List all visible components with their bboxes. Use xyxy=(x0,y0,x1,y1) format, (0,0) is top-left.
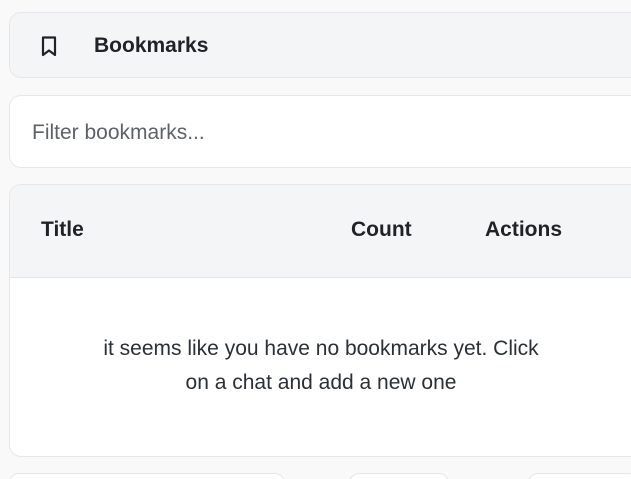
empty-state-line-1: it seems like you have no bookmarks yet.… xyxy=(103,337,539,360)
bookmark-icon xyxy=(37,34,61,58)
column-header-count[interactable]: Count xyxy=(351,217,412,243)
pagination-control[interactable] xyxy=(528,473,631,479)
table-header: Title Count Actions xyxy=(10,185,631,278)
bookmarks-header: Bookmarks xyxy=(9,12,631,78)
pagination-control[interactable] xyxy=(349,473,449,479)
empty-state-line-2: on a chat and add a new one xyxy=(185,371,457,394)
column-header-title[interactable]: Title xyxy=(41,217,84,243)
bookmarks-table: Title Count Actions it seems like you ha… xyxy=(9,184,631,457)
bookmarks-panel: Bookmarks Title Count Actions it seems l… xyxy=(0,0,631,479)
column-header-actions: Actions xyxy=(485,218,563,241)
page-title: Bookmarks xyxy=(94,34,209,57)
pagination-control[interactable] xyxy=(9,473,285,479)
filter-bookmarks-input[interactable] xyxy=(32,118,592,148)
empty-state-message: it seems like you have no bookmarks yet.… xyxy=(10,332,631,400)
filter-container xyxy=(9,95,631,168)
